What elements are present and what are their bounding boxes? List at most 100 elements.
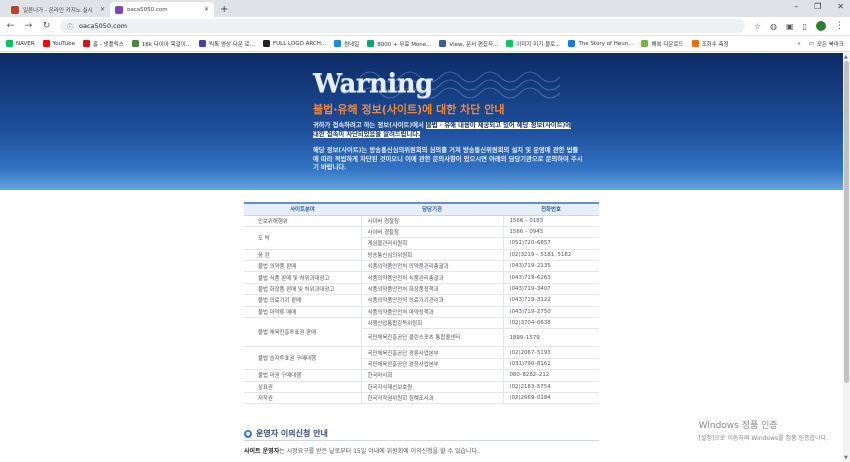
bookmark-item[interactable]: View, 문서 편집자... — [439, 40, 498, 48]
bookmark-label: NAVER — [16, 40, 35, 47]
column-header: 담당기관 — [361, 202, 503, 216]
bookmarks-bar: NAVER YouTube 홈 - 넷플릭스 18k 다이아 목걸이... 릭톡… — [0, 36, 850, 52]
block-message: 귀하가 접속하려고 하는 정보(사이트)에서 불법 · 유해 내용이 제공되고 … — [313, 121, 578, 139]
bookmark-item[interactable]: 이미지 미기 블로... — [506, 40, 560, 48]
scrollbar-thumb[interactable] — [844, 61, 849, 383]
table-row: 저작권 한국저작권위원회 침해조사과 (02)2669–0184 — [244, 392, 599, 405]
bookmark-favicon-icon — [82, 40, 90, 47]
agency-cell: 국민체육진흥공단 경정사업본부 — [361, 358, 504, 371]
bookmark-item[interactable]: 해복 다운로드 — [641, 40, 684, 48]
bookmark-favicon-icon — [691, 40, 699, 47]
tab-favicon — [115, 5, 123, 14]
bookmark-favicon-icon — [262, 40, 270, 47]
agency-cell: 식품의약품안전처 마약정책과 — [361, 306, 504, 319]
close-icon[interactable]: ✕ — [204, 6, 209, 13]
table-row: 불법 의료기기 판매 식품의약품안전처 의료기기관리과 (043)719–3122 — [244, 294, 599, 307]
extension-icon[interactable]: ◍ — [770, 22, 777, 31]
bookmark-label: 8000 + 무료 Mone... — [377, 41, 432, 48]
agency-cell: 사행산업통합감독위원회 — [361, 317, 504, 330]
field-cell: 음 란 — [244, 249, 362, 262]
block-notice-title: 불법·유해 정보(사이트)에 대한 차단 안내 — [313, 103, 505, 116]
browser-toolbar: ← → ↻ ⓘ oaca5050.com ☆ ◍ ▣ ▯ ⋮ — [0, 17, 850, 36]
new-tab-button[interactable]: + — [214, 4, 234, 17]
reload-icon[interactable]: ↻ — [42, 21, 51, 31]
warning-heading: Warning — [313, 69, 433, 99]
table-row: 불법 체육진흥투표권 판매 사행산업통합감독위원회 (02)3704–0638 — [244, 317, 599, 348]
bookmark-favicon-icon — [42, 40, 50, 47]
field-cell: 불법 의약품 판매 — [244, 260, 362, 273]
phone-cell: (02)2067–5193 — [503, 346, 599, 359]
agency-cell: 식품의약품안전처 식품관리총괄과 — [361, 271, 504, 284]
tab-favicon — [11, 5, 19, 14]
objection-section-title: ● 운영자 이의신청 안내 — [244, 428, 328, 439]
tab-casino[interactable]: 일론나가 - 온라인 카지노 실시 ✕ — [6, 2, 110, 17]
column-header: 사이트분야 — [244, 202, 361, 216]
profile-avatar[interactable] — [816, 21, 826, 31]
all-bookmarks-button[interactable]: ▭ 모든 북마크 — [809, 40, 844, 48]
phone-cell: 1899–1579 — [503, 328, 599, 348]
bookmark-item[interactable]: 조화수 측정 — [691, 40, 729, 48]
bookmark-favicon-icon — [506, 40, 514, 47]
site-info-icon[interactable]: ⓘ — [67, 22, 73, 31]
page-scrollbar[interactable]: ▲ ▼ — [843, 53, 850, 462]
table-row: 도 박 사이버 경찰청 1566 – 0943 — [244, 226, 599, 250]
block-message-text: 귀하가 접속하려고 하는 정보(사이트)에서 — [313, 122, 427, 129]
scroll-up-icon[interactable]: ▲ — [844, 54, 848, 60]
bullet-icon: ● — [244, 429, 252, 438]
agency-cell: 국민체육진흥공단 클린스포츠 통합콜센터 — [361, 328, 504, 348]
phone-cell: (043)719–3407 — [503, 283, 599, 296]
close-icon[interactable]: ✕ — [100, 6, 105, 13]
phone-cell: (02)3704–0638 — [503, 317, 599, 330]
phone-cell: (043)719–3122 — [503, 294, 599, 307]
toolbar-icons: ☆ ◍ ▣ ▯ ⋮ — [754, 21, 844, 31]
agency-cell: 한국저작권위원회 침해조사과 — [361, 392, 504, 405]
phone-cell: (031)790–8161 — [503, 358, 599, 371]
bookmark-item[interactable]: 홈 - 넷플릭스 — [82, 40, 124, 48]
bookmark-item[interactable]: 18k 다이아 목걸이... — [131, 40, 191, 48]
agency-cell: 한국마사회 — [361, 369, 504, 382]
agency-cell: 방송통신심의위원회 — [361, 249, 504, 262]
side-panel-icon[interactable]: ▯ — [803, 22, 807, 31]
bookmark-favicon-icon — [6, 40, 13, 47]
field-cell: 불법 승자투표권 구매대행 — [244, 346, 362, 371]
bookmark-item[interactable]: NAVER — [6, 40, 35, 47]
bookmark-item[interactable]: 8000 + 무료 Mone... — [367, 40, 431, 48]
maximize-icon[interactable]: ❐ — [814, 2, 821, 11]
bookmark-star-icon[interactable]: ☆ — [754, 22, 761, 31]
back-icon[interactable]: ← — [6, 21, 15, 31]
field-cell: 불법 체육진흥투표권 판매 — [244, 317, 362, 348]
legal-message: 해당 정보(사이트)는 방송통신심의위원회의 심의를 거쳐 방송통신위원회의 설… — [313, 147, 583, 171]
menu-icon[interactable]: ⋮ — [835, 21, 844, 31]
bookmark-item[interactable]: YouTube — [42, 40, 75, 47]
operator-label: 사이트 운영자 — [244, 448, 280, 455]
bookmark-item[interactable]: FULL LOGO ARCH... — [262, 40, 326, 47]
extensions-puzzle-icon[interactable]: ▣ — [786, 22, 794, 31]
bookmark-label: 이미지 미기 블로... — [516, 41, 561, 48]
phone-cell: (043)719–2135 — [503, 260, 599, 273]
bookmark-favicon-icon — [568, 40, 576, 47]
scroll-down-icon[interactable]: ▼ — [844, 455, 848, 461]
bookmark-item[interactable]: 릭톡 영상 다운 로... — [199, 40, 255, 48]
minimize-icon[interactable]: – — [794, 2, 798, 11]
phone-cell: 080–8282–212 — [503, 369, 599, 382]
windows-activation-watermark: Windows 정품 인증 [설정]으로 이동하여 Windows를 정품 인증… — [699, 418, 828, 442]
phone-cell: (043)719–6263 — [503, 271, 599, 284]
agency-cell: 국민체육진흥공단 경륜사업본부 — [361, 346, 504, 359]
table-row: 불법 마약류 매매 식품의약품안전처 마약정책과 (043)719–2750 — [244, 306, 599, 319]
chevron-right-icon[interactable]: » — [797, 41, 800, 47]
watermark-subtitle: [설정]으로 이동하여 Windows를 정품 인증합니다. — [698, 435, 828, 442]
watermark-title: Windows 정품 인증 — [698, 421, 778, 431]
phone-cell: 1566 – 0183 — [503, 215, 599, 227]
bookmark-label: The Story of Heun... — [578, 40, 634, 47]
forward-icon[interactable]: → — [24, 21, 33, 31]
agency-cell: 게임물관리위원회 — [361, 237, 504, 250]
bookmark-item[interactable]: 썸네일 — [334, 40, 359, 48]
bookmark-item[interactable]: The Story of Heun... — [568, 40, 633, 47]
phone-cell: (02)3219 – 5181, 5182 — [503, 249, 599, 262]
address-bar[interactable]: ⓘ oaca5050.com — [60, 19, 745, 33]
close-window-icon[interactable]: ✕ — [837, 2, 844, 11]
table-row: 인보위해행위 사이버 경찰청 1566 – 0183 — [244, 215, 599, 227]
tab-oaca[interactable]: oaca5050.com ✕ — [110, 2, 214, 17]
column-header: 전화번호 — [503, 202, 599, 216]
section-title-text: 운영자 이의신청 안내 — [256, 429, 328, 438]
